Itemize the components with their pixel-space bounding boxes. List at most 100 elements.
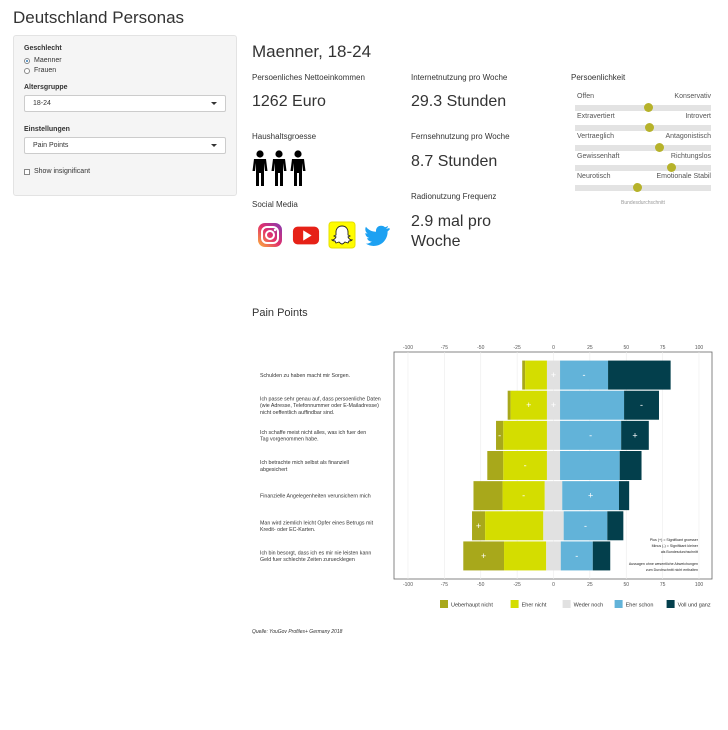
- category-label: Ich passe sehr genau auf, dass persoenli…: [260, 397, 381, 403]
- chart-annotation: als Bundesdurchschnitt: [661, 550, 698, 554]
- legend-label: Weder noch: [574, 603, 604, 609]
- significance-mark: +: [632, 430, 637, 440]
- legend-swatch: [510, 600, 519, 608]
- bar-segment: [503, 420, 547, 450]
- trait-bar: [575, 125, 711, 131]
- bar-segment: [504, 541, 547, 571]
- bar-segment: [487, 451, 504, 480]
- internet-value: 29.3 Stunden: [411, 93, 507, 110]
- age-select-value: 18-24: [33, 100, 51, 107]
- trait-bar: [575, 105, 711, 111]
- significance-mark: -: [583, 370, 586, 380]
- x-tick-label: -50: [477, 582, 484, 588]
- trait-marker: [633, 183, 643, 192]
- radio-unselected-icon[interactable]: [24, 67, 30, 74]
- gender-option-label: Maenner: [34, 57, 62, 64]
- trait-left-label: Neurotisch: [577, 173, 611, 180]
- income-value: 1262 Euro: [252, 93, 326, 110]
- category-label: Schulden zu haben macht mir Sorgen.: [260, 373, 350, 379]
- legend-swatch: [614, 600, 623, 608]
- trait-bar: [575, 165, 711, 171]
- age-select[interactable]: 18-24: [24, 95, 226, 112]
- radio-selected-icon[interactable]: [24, 57, 30, 64]
- person-icon: [271, 150, 287, 191]
- trait-left-label: Vertraeglich: [577, 133, 614, 140]
- snapchat-icon: [328, 221, 356, 249]
- household-icons: [252, 150, 306, 191]
- x-tick-label: -100: [403, 345, 413, 351]
- personality-title: Persoenlichkeit: [571, 73, 626, 82]
- trait-right-label: Introvert: [685, 113, 711, 120]
- gender-option-frauen[interactable]: Frauen: [24, 67, 226, 74]
- category-label: nicht oeffentlich auffindbar sind.: [260, 410, 334, 416]
- x-tick-label: 100: [695, 345, 704, 351]
- bar-segment: [543, 511, 564, 541]
- app-title: Deutschland Personas: [13, 8, 185, 27]
- x-tick-label: 25: [587, 582, 593, 588]
- x-tick-label: -75: [441, 345, 448, 351]
- income-label: Persoenliches Nettoeinkommen: [252, 73, 365, 82]
- bar-segment: [473, 481, 503, 511]
- chart-annotation: Aussagen ohne wesentliche Abweichungen: [629, 562, 698, 566]
- twitter-icon: [364, 221, 392, 249]
- bar-segment: [522, 360, 526, 390]
- category-label: (wie Adresse, Telefonnummer oder E-Maila…: [260, 403, 379, 409]
- pain-points-chart: -100-100-75-75-50-50-25-2500252550507575…: [260, 345, 713, 609]
- trait-left-label: Gewissenhaft: [577, 153, 620, 160]
- bar-segment: [485, 511, 544, 541]
- significance-mark: -: [584, 521, 587, 531]
- legend-swatch: [562, 600, 571, 608]
- bar-segment: [507, 390, 511, 420]
- gender-label: Geschlecht: [24, 45, 62, 52]
- bar-segment: [560, 451, 620, 480]
- bar-segment: [608, 360, 671, 390]
- chevron-down-icon: [211, 102, 217, 105]
- chart-annotation: Plus (+) = Signifikant groesser: [650, 538, 699, 542]
- bar-segment: [619, 451, 642, 480]
- settings-select[interactable]: Pain Points: [24, 137, 226, 154]
- x-tick-label: 50: [623, 582, 629, 588]
- radio-value-line2: Woche: [411, 233, 461, 250]
- legend-label: Eher nicht: [522, 603, 547, 609]
- x-tick-label: 0: [552, 345, 555, 351]
- category-label: Finanzielle Angelegenheiten verunsichern…: [260, 494, 371, 500]
- instagram-icon: [256, 221, 284, 249]
- personality-trait: Neurotisch Emotionale Stabil: [575, 173, 711, 193]
- person-icon: [252, 150, 268, 191]
- legend-swatch: [440, 600, 448, 608]
- social-icons: [256, 221, 392, 249]
- significance-mark: +: [476, 521, 481, 531]
- x-tick-label: -50: [477, 345, 484, 351]
- x-tick-label: 25: [587, 345, 593, 351]
- settings-select-value: Pain Points: [33, 142, 69, 149]
- bar-segment: [618, 481, 630, 511]
- category-label: Ich betrachte mich selbst als finanziell: [260, 460, 349, 466]
- checkbox-icon[interactable]: [24, 168, 30, 175]
- chevron-down-icon: [211, 144, 217, 147]
- personality-trait: Offen Konservativ: [575, 93, 711, 113]
- gender-option-maenner[interactable]: Maenner: [24, 57, 226, 64]
- legend-label: Eher schon: [626, 603, 654, 609]
- person-icon: [290, 150, 306, 191]
- show-insignificant-checkbox[interactable]: Show insignificant: [24, 168, 226, 175]
- radio-label: Radionutzung Frequenz: [411, 192, 497, 201]
- personality-trait: Gewissenhaft Richtungslos: [575, 153, 711, 173]
- internet-label: Internetnutzung pro Woche: [411, 73, 508, 82]
- tv-value: 8.7 Stunden: [411, 153, 498, 170]
- x-tick-label: 50: [623, 345, 629, 351]
- significance-mark: +: [481, 551, 486, 561]
- x-tick-label: 75: [660, 582, 666, 588]
- sidebar-panel: Geschlecht Maenner Frauen Altersgruppe 1…: [13, 35, 237, 196]
- trait-right-label: Konservativ: [674, 93, 711, 100]
- trait-right-label: Emotionale Stabil: [656, 173, 711, 180]
- bar-segment: [607, 511, 624, 541]
- significance-mark: -: [589, 430, 592, 440]
- household-label: Haushaltsgroesse: [252, 132, 317, 141]
- significance-mark: +: [588, 491, 593, 501]
- category-label: Ich schaffe meist nicht alles, was ich f…: [260, 430, 366, 436]
- chart-annotation: Minus (-) = Signifikant kleiner: [652, 544, 699, 548]
- significance-mark: +: [526, 400, 531, 410]
- trait-right-label: Richtungslos: [670, 153, 711, 160]
- category-label: Tag vorgenommen habe.: [260, 437, 319, 443]
- personality-footnote: Bundesdurchschnitt: [621, 200, 665, 206]
